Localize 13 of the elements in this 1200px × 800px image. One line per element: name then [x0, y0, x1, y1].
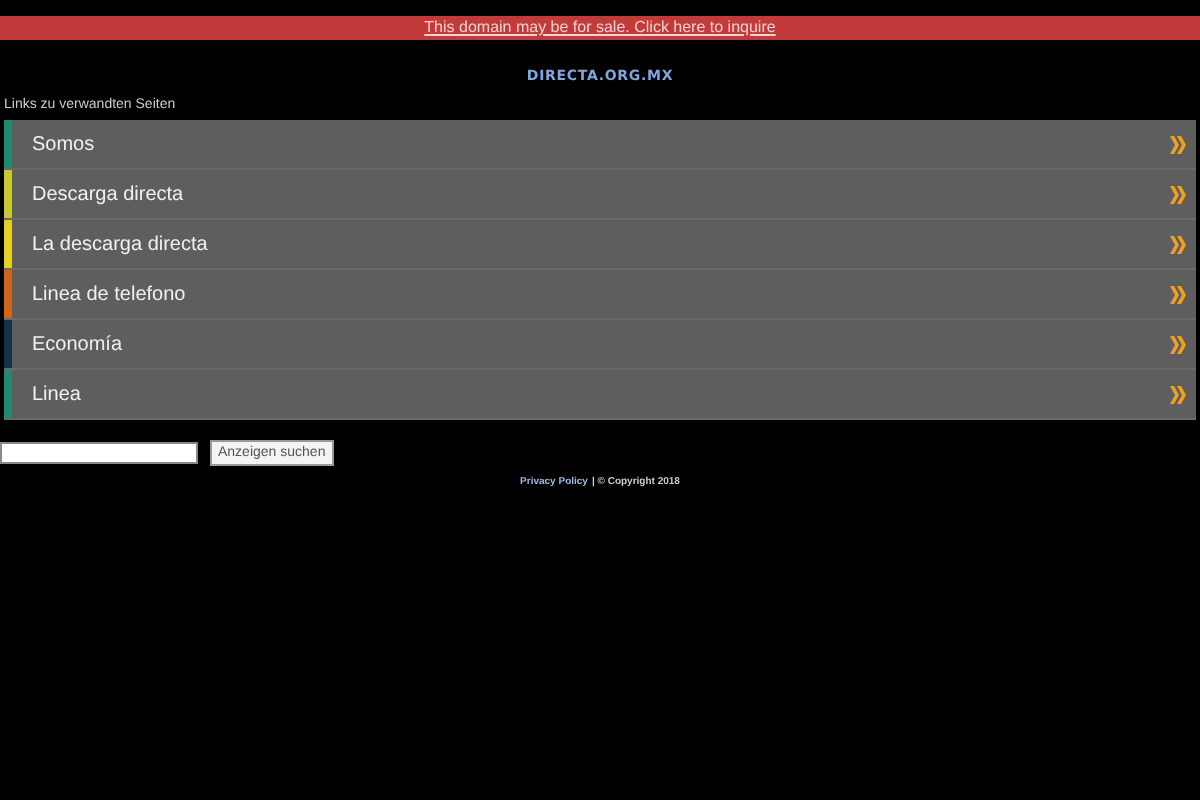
link-label: Economía — [32, 331, 125, 359]
link-item[interactable]: Somos — [4, 120, 1196, 170]
link-item[interactable]: La descarga directa — [4, 220, 1196, 270]
link-label: La descarga directa — [32, 231, 210, 259]
link-item[interactable]: Linea de telefono — [4, 270, 1196, 320]
link-item[interactable]: Descarga directa — [4, 170, 1196, 220]
link-label: Linea de telefono — [32, 281, 188, 309]
link-item[interactable]: Linea — [4, 370, 1196, 420]
link-label: Descarga directa — [32, 181, 186, 209]
link-item[interactable]: Economía — [4, 320, 1196, 370]
link-label: Linea — [32, 381, 83, 409]
link-label: Somos — [32, 131, 97, 159]
inquire-link[interactable]: This domain may be for sale. Click here to inquire — [424, 20, 776, 36]
